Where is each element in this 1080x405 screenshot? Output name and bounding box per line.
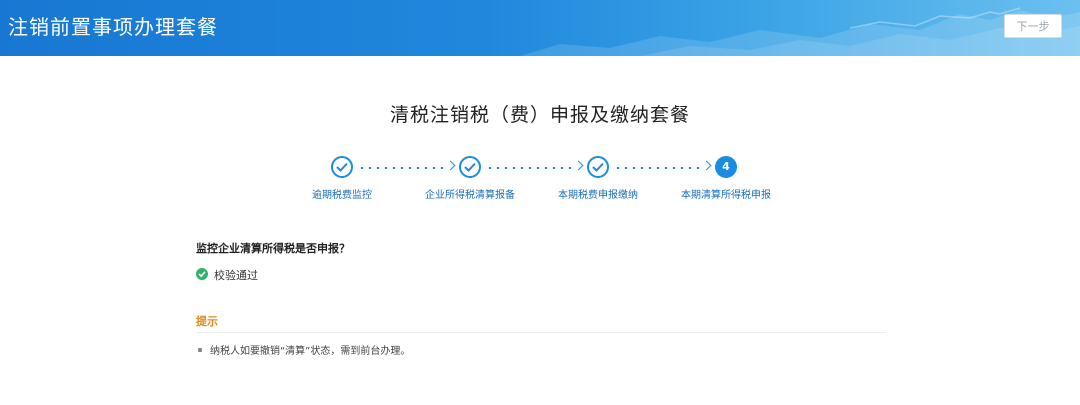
step-1-label: 逾期税费监控	[312, 190, 372, 201]
check-result-text: 校验通过	[214, 269, 258, 282]
tip-divider	[196, 332, 886, 333]
tip-item-text: 纳税人如要撤销“清算”状态，需到前台办理。	[210, 346, 411, 357]
package-title: 清税注销税（费）申报及缴纳套餐	[389, 104, 690, 126]
step-connector	[486, 167, 576, 169]
step-connector	[614, 167, 704, 169]
tip-title: 提示	[196, 315, 218, 328]
check-question: 监控企业清算所得税是否申报？	[196, 242, 350, 255]
step-2-label: 企业所得税清算报备	[425, 190, 515, 201]
step-4-label: 本期清算所得税申报	[681, 190, 771, 201]
header-bar: 注销前置事项办理套餐 下一步	[0, 0, 1080, 56]
step-connector	[358, 167, 448, 169]
page-header-title: 注销前置事项办理套餐	[8, 15, 218, 39]
next-step-button[interactable]: 下一步	[1004, 14, 1062, 38]
success-check-icon	[196, 268, 208, 280]
step-3-label: 本期税费申报缴纳	[558, 190, 638, 201]
step-progress: 逾期税费监控 企业所得税清算报备 本期税费申报缴纳 4 本期清算所得税申报	[0, 154, 1080, 204]
step-3-check-icon	[587, 156, 609, 178]
tip-item: 纳税人如要撤销“清算”状态，需到前台办理。	[198, 342, 410, 357]
step-1-check-icon	[331, 156, 353, 178]
step-4-number: 4	[715, 156, 737, 178]
step-2-check-icon	[459, 156, 481, 178]
great-wall-background-image	[520, 7, 1080, 56]
bullet-icon	[198, 348, 202, 352]
